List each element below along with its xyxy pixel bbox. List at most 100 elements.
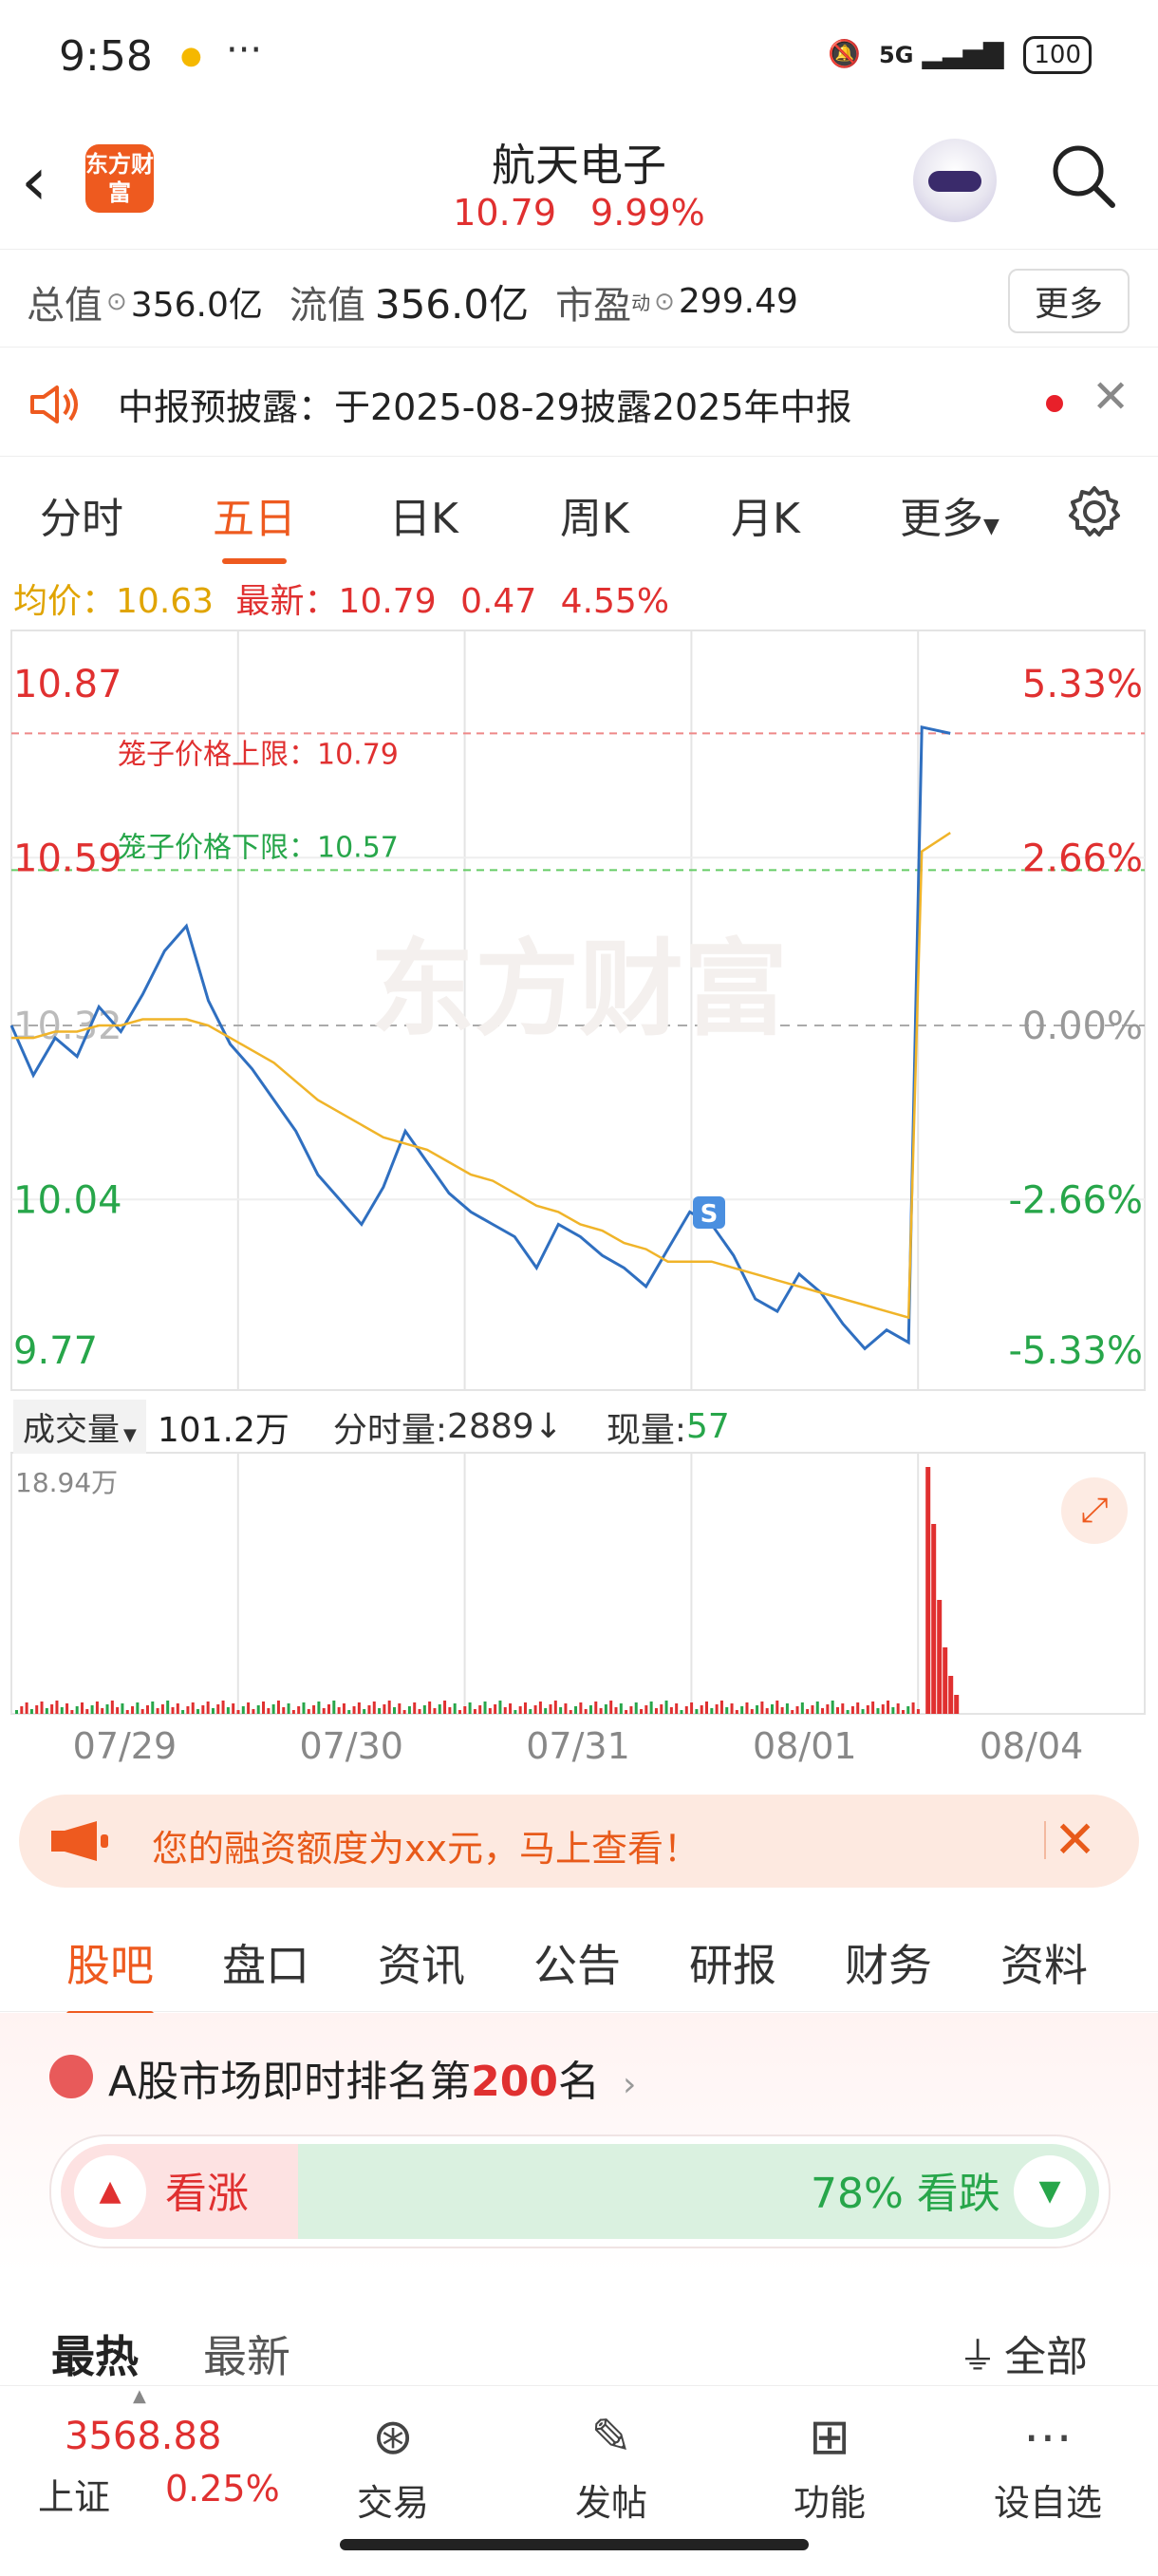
gear-icon[interactable] (1067, 484, 1122, 539)
volume-bar (943, 1647, 948, 1714)
x-date-tick: 07/29 (73, 1725, 177, 1766)
info-icon[interactable]: ⊙ (106, 288, 127, 316)
tab-weekly-k[interactable]: 周K (560, 484, 629, 545)
tab-daily-k[interactable]: 日K (389, 484, 458, 545)
volume-bar (715, 1704, 719, 1714)
volume-bar (50, 1704, 54, 1714)
volume-bar (247, 1702, 251, 1714)
ranking-text[interactable]: A股市场即时排名第200名 › (108, 2047, 636, 2108)
volume-bar (619, 1703, 623, 1714)
five-day-chart[interactable]: 东方财富 笼子价格上限：10.79 笼子价格下限：10.57 10.87 5.33% 10… (0, 627, 1158, 1772)
tab-more[interactable]: 更多▼ (900, 484, 999, 545)
y-pct-tick: -2.66% (1008, 1178, 1143, 1222)
volume-bar (448, 1707, 452, 1714)
y-price-tick: 10.87 (13, 663, 122, 706)
volume-bar (795, 1706, 799, 1714)
tab-guba[interactable]: 股吧 (66, 1931, 154, 2017)
tab-monthly-k[interactable]: 月K (731, 484, 800, 545)
volume-bar (65, 1703, 69, 1714)
volume-bar (151, 1702, 155, 1714)
volume-bar (276, 1701, 280, 1714)
nav-post[interactable]: ✎ 发帖 (545, 2409, 678, 2526)
index-name: 上证 (38, 2476, 111, 2518)
volume-total: 101.2万 (157, 1410, 290, 1450)
volume-bar (45, 1708, 48, 1714)
volume-bar (372, 1702, 376, 1714)
more-button[interactable]: 更多 (1007, 269, 1130, 333)
tab-pankou[interactable]: 盘口 (222, 1931, 309, 1994)
volume-bar (509, 1703, 513, 1714)
volume-bar (925, 1467, 931, 1714)
volume-bar (488, 1708, 492, 1714)
volume-bar (876, 1708, 880, 1714)
tab-profile[interactable]: 资料 (1000, 1931, 1088, 1994)
volume-bar (131, 1706, 135, 1714)
volume-bar (791, 1710, 794, 1714)
volume-bar (881, 1704, 885, 1714)
volume-bar (664, 1701, 668, 1714)
volume-bar (473, 1709, 476, 1714)
volume-bar (347, 1710, 351, 1714)
lower-limit-label: 笼子价格下限：10.57 (118, 831, 399, 864)
feed-tab-hot[interactable]: 最热 (51, 2322, 139, 2385)
index-value[interactable]: 3568.88 (65, 2415, 221, 2458)
volume-bar (523, 1702, 527, 1714)
search-icon[interactable] (1050, 142, 1116, 209)
volume-bar (181, 1710, 185, 1714)
volume-bar (136, 1702, 140, 1714)
nav-functions[interactable]: ⊞ 功能 (763, 2409, 896, 2526)
price-summary: 均价：10.63 最新：10.79 0.47 4.55% (13, 573, 669, 623)
volume-bar (125, 1710, 129, 1714)
volume-bar (101, 1708, 104, 1714)
volume-bar (407, 1706, 411, 1714)
avg-value: 10.63 (116, 582, 215, 621)
down-arrow-icon: ▼ (1014, 2155, 1086, 2228)
volume-bar (95, 1702, 99, 1714)
volume-bar (387, 1701, 391, 1714)
tab-research[interactable]: 研报 (689, 1931, 776, 1994)
tab-announcements[interactable]: 公告 (533, 1931, 621, 1994)
volume-bar (911, 1702, 915, 1714)
volume-bar (710, 1708, 714, 1714)
volume-bar (594, 1702, 598, 1714)
tab-news[interactable]: 资讯 (378, 1931, 465, 1994)
sentiment-vote: ▲ ▼ 看涨 78% 看跌 (49, 2134, 1111, 2248)
volume-bar (196, 1709, 200, 1714)
volume-bar (271, 1704, 275, 1714)
volume-bar (609, 1701, 613, 1714)
volume-bar (815, 1702, 819, 1714)
y-price-tick: 10.04 (13, 1178, 122, 1222)
notice-bar[interactable]: 中报预披露：于2025-08-29披露2025年中报 ✕ (0, 349, 1158, 457)
financing-banner[interactable]: 您的融资额度为xx元，马上查看！ ✕ (19, 1795, 1139, 1888)
volume-selector[interactable]: 成交量 ▼ (13, 1400, 146, 1454)
expand-icon[interactable]: ⤢ (1061, 1477, 1128, 1544)
volume-bar (669, 1707, 673, 1714)
info-icon[interactable]: ⊙ (654, 288, 675, 316)
assistant-robot-icon[interactable] (913, 139, 997, 222)
divider (1044, 1821, 1046, 1859)
nav-trade[interactable]: ⊛ 交易 (327, 2409, 459, 2526)
feed-tab-new[interactable]: 最新 (203, 2322, 290, 2385)
volume-panel-frame (10, 1452, 1146, 1715)
tab-finance[interactable]: 财务 (845, 1931, 932, 1994)
volume-bar (891, 1707, 895, 1714)
tab-five-day[interactable]: 五日 (213, 484, 296, 564)
volume-bar (871, 1702, 875, 1714)
volume-bar (954, 1695, 960, 1714)
volume-bar (680, 1710, 683, 1714)
tab-intraday[interactable]: 分时 (40, 484, 123, 545)
volume-bar (695, 1709, 699, 1714)
volume-bar (241, 1706, 245, 1714)
close-icon[interactable]: ✕ (1054, 1810, 1096, 1870)
stock-change-pct: 9.99% (590, 192, 705, 234)
chart-canvas[interactable]: 东方财富 笼子价格上限：10.79 笼子价格下限：10.57 10.87 5.33% 10… (0, 627, 1158, 1772)
volume-bar (25, 1702, 28, 1714)
nav-add-watchlist[interactable]: ⋯ 设自选 (981, 2409, 1114, 2526)
volume-bar (468, 1702, 472, 1714)
volume-bar (428, 1702, 432, 1714)
volume-bar (312, 1705, 316, 1714)
y-pct-tick: -5.33% (1008, 1329, 1143, 1373)
close-icon[interactable]: ✕ (1092, 370, 1130, 423)
filter-all[interactable]: ⏚ 全部 (959, 2322, 1088, 2383)
latest-change-pct: 4.55% (560, 582, 670, 621)
